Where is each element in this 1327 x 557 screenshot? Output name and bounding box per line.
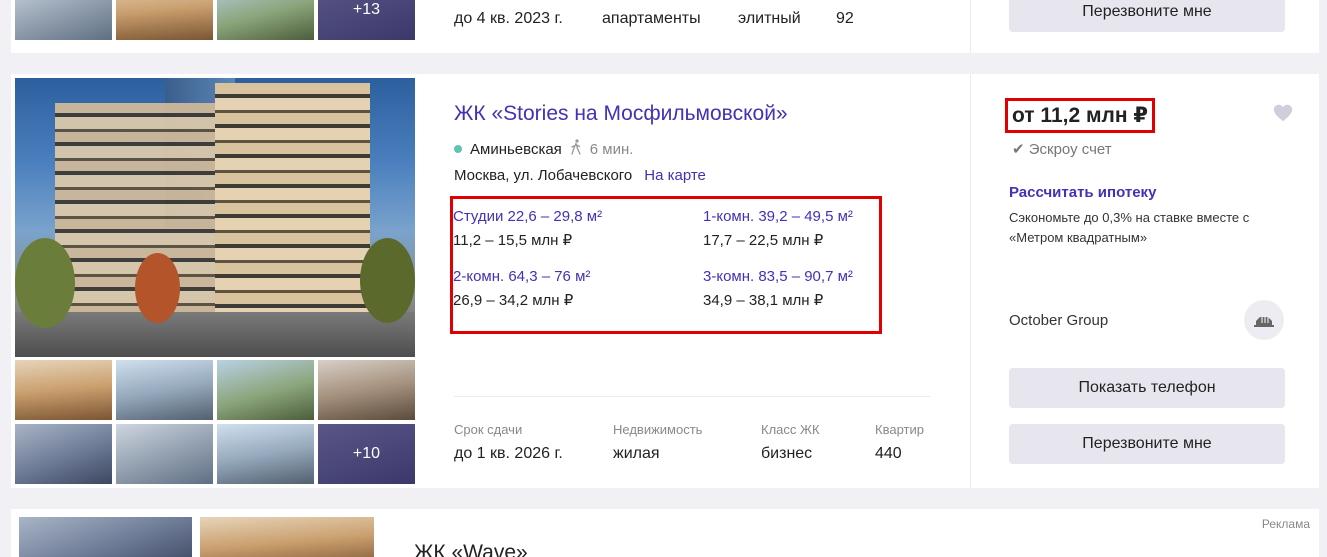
ad-label: Реклама <box>1261 517 1310 531</box>
flat-type-2room[interactable]: 2-комн. 64,3 – 76 м² 26,9 – 34,2 млн ₽ <box>453 268 590 309</box>
complex-main-photo[interactable] <box>15 78 415 357</box>
flat-type-name: 3-комн. 83,5 – 90,7 м² <box>703 268 853 285</box>
map-link[interactable]: На карте <box>644 167 706 184</box>
flat-type-price: 26,9 – 34,2 млн ₽ <box>453 292 574 309</box>
escrow: ✔ Эскроу счет <box>1012 140 1112 158</box>
more-photos-thumbnail[interactable]: +13 <box>318 0 415 40</box>
address-text: Москва, ул. Лобачевского <box>454 167 633 184</box>
complex-thumbnail[interactable] <box>15 360 112 420</box>
show-phone-button[interactable]: Показать телефон <box>1009 368 1285 408</box>
callback-button[interactable]: Перезвоните мне <box>1009 0 1285 32</box>
flat-types-highlight: Студии 22,6 – 29,8 м² 11,2 – 15,5 млн ₽ … <box>450 196 882 334</box>
complex-thumbnail[interactable] <box>116 424 213 484</box>
flat-type-name: 1-комн. 39,2 – 49,5 м² <box>703 208 853 225</box>
callback-button[interactable]: Перезвоните мне <box>1009 424 1285 464</box>
prop-deadline: Срок сдачи до 1 кв. 2026 г. <box>454 422 563 462</box>
class-value: элитный <box>738 10 801 27</box>
more-photos-count: +10 <box>318 424 415 484</box>
escrow-label: Эскроу счет <box>1028 141 1112 158</box>
complex-thumbnail[interactable] <box>217 424 314 484</box>
more-photos-count: +13 <box>318 0 415 40</box>
column-divider <box>970 0 971 53</box>
flat-type-studio[interactable]: Студии 22,6 – 29,8 м² 11,2 – 15,5 млн ₽ <box>453 208 602 249</box>
metro-station: Аминьевская 6 мин. <box>454 139 633 159</box>
flat-type-1room[interactable]: 1-комн. 39,2 – 49,5 м² 17,7 – 22,5 млн ₽ <box>703 208 853 249</box>
metro-line-icon <box>454 145 462 153</box>
deadline-value: до 4 кв. 2023 г. <box>454 10 563 27</box>
walk-time: 6 мин. <box>589 140 634 158</box>
listing-card: +10 ЖК «Stories на Мосфильмовской» Аминь… <box>11 74 1319 488</box>
mortgage-note: Сэкономьте до 0,3% на ставке вместе с «М… <box>1009 210 1250 245</box>
listing-thumbnail[interactable] <box>200 517 374 557</box>
apartments-count-value: 92 <box>836 10 854 27</box>
favorite-heart-icon[interactable] <box>1272 102 1294 124</box>
listing-card-previous: +13 до 4 кв. 2023 г. апартаменты элитный… <box>11 0 1319 53</box>
price-from: от 11,2 млн ₽ <box>1005 98 1155 133</box>
listing-thumbnail[interactable] <box>116 0 213 40</box>
complex-thumbnail[interactable] <box>116 360 213 420</box>
flat-type-name: 2-комн. 64,3 – 76 м² <box>453 268 591 285</box>
developer-logo-icon[interactable] <box>1244 300 1284 340</box>
developer-name[interactable]: October Group <box>1009 312 1108 329</box>
complex-thumbnail[interactable] <box>217 360 314 420</box>
flat-type-name: Студии 22,6 – 29,8 м² <box>453 208 603 225</box>
complex-title[interactable]: ЖК «Wave» <box>414 541 528 557</box>
prop-property-type: Недвижимость жилая <box>613 422 703 462</box>
mortgage-link[interactable]: Рассчитать ипотеку <box>1009 184 1156 201</box>
flat-type-3room[interactable]: 3-комн. 83,5 – 90,7 м² 34,9 – 38,1 млн ₽ <box>703 268 853 309</box>
property-type-value: апартаменты <box>602 10 701 27</box>
walking-person-icon <box>570 139 582 159</box>
address: Москва, ул. Лобачевского На карте <box>454 167 706 184</box>
complex-title[interactable]: ЖК «Stories на Мосфильмовской» <box>454 102 788 126</box>
listing-card-next: Реклама ЖК «Wave» <box>11 509 1319 557</box>
flat-type-price: 11,2 – 15,5 млн ₽ <box>453 232 573 249</box>
more-photos-thumbnail[interactable]: +10 <box>318 424 415 484</box>
listing-thumbnail[interactable] <box>19 517 192 557</box>
flat-type-price: 17,7 – 22,5 млн ₽ <box>703 232 824 249</box>
complex-thumbnail[interactable] <box>15 424 112 484</box>
flat-type-price: 34,9 – 38,1 млн ₽ <box>703 292 824 309</box>
listing-thumbnail[interactable] <box>217 0 314 40</box>
check-icon: ✔ <box>1012 141 1025 158</box>
listing-thumbnail[interactable] <box>15 0 112 40</box>
complex-thumbnail[interactable] <box>318 360 415 420</box>
metro-station-name: Аминьевская <box>470 140 562 158</box>
prop-class: Класс ЖК бизнес <box>761 422 820 462</box>
prop-apartments: Квартир 440 <box>875 422 924 462</box>
column-divider <box>970 74 971 488</box>
separator <box>454 396 930 397</box>
